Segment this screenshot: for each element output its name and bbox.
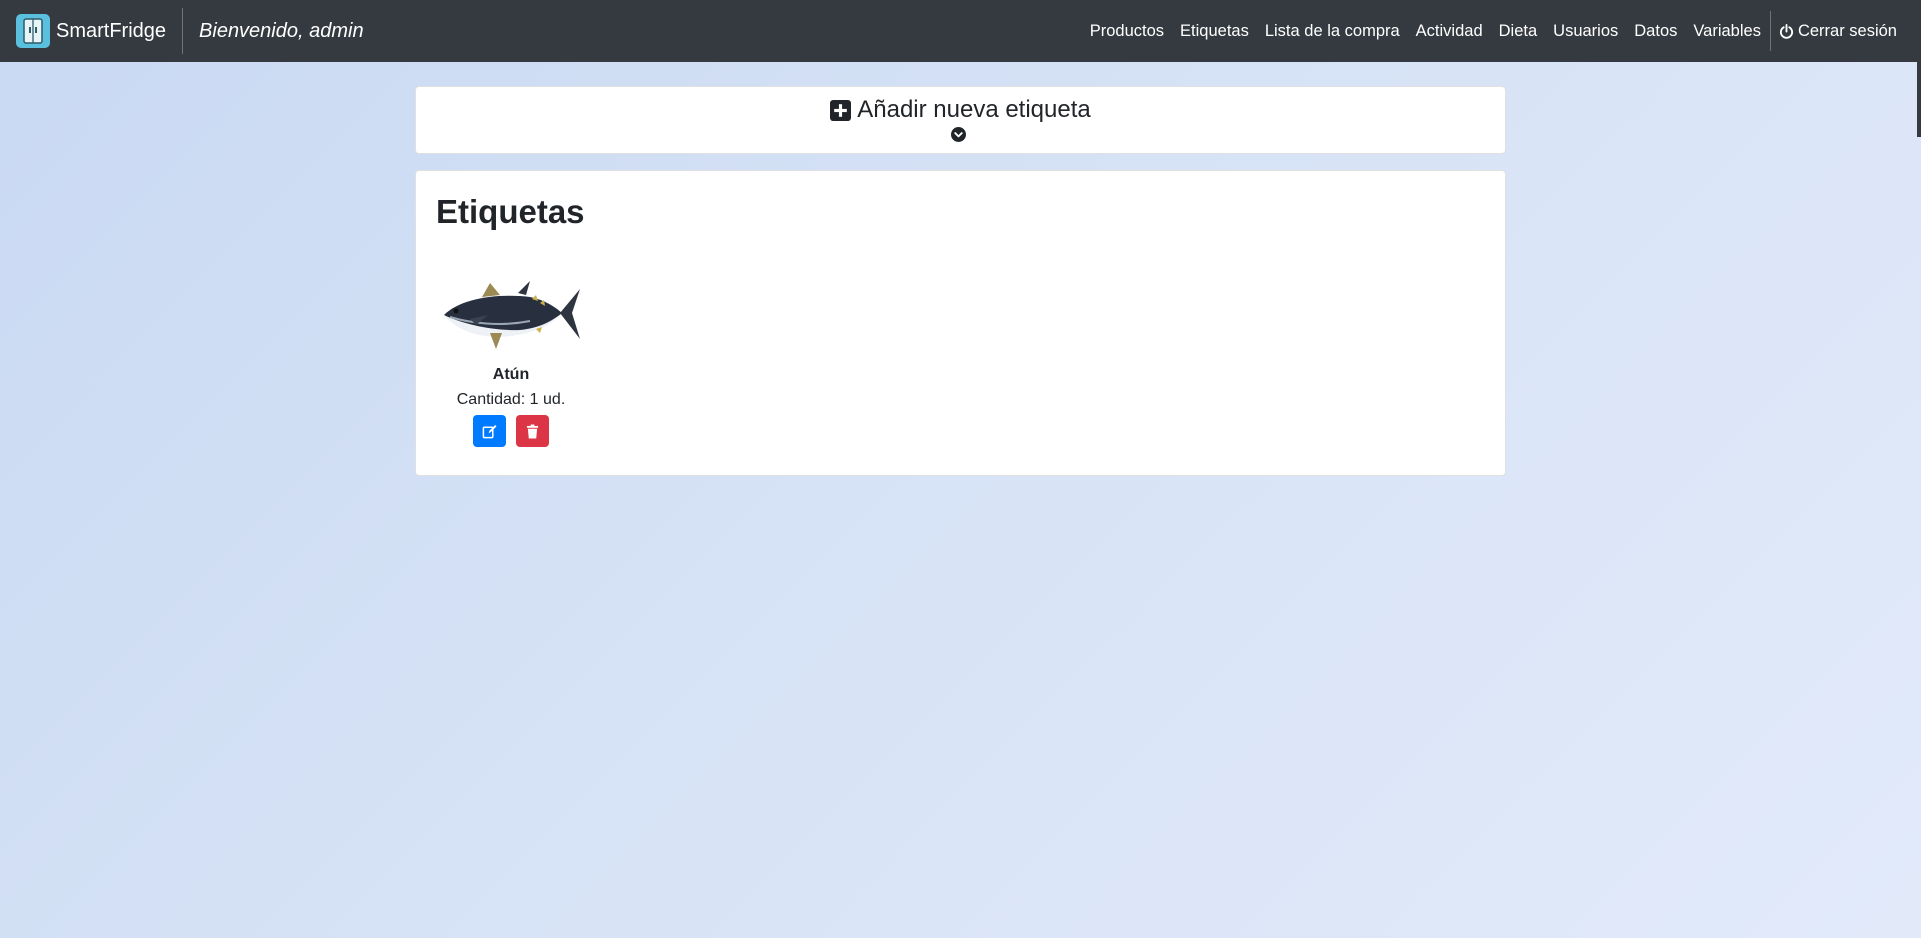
tag-card: Atún Cantidad: 1 ud. (440, 275, 582, 447)
edit-icon (482, 424, 497, 438)
nav-link-datos[interactable]: Datos (1634, 22, 1677, 41)
add-tag-header[interactable]: Añadir nueva etiqueta (416, 96, 1505, 124)
tag-quantity: Cantidad: 1 ud. (456, 391, 566, 408)
nav-link-actividad[interactable]: Actividad (1416, 22, 1483, 41)
nav-link-productos[interactable]: Productos (1090, 22, 1164, 41)
logout-link[interactable]: Cerrar sesión (1779, 22, 1897, 41)
fridge-icon (16, 14, 50, 48)
page-title: Etiquetas (436, 193, 585, 230)
nav-separator (1769, 11, 1771, 51)
brand-name: SmartFridge (56, 19, 167, 42)
delete-tag-button[interactable] (516, 415, 549, 447)
scrollbar[interactable] (1917, 0, 1921, 137)
navbar: SmartFridge Bienvenido, admin Productos … (0, 0, 1921, 62)
tag-actions (440, 415, 582, 447)
trash-icon (526, 424, 539, 438)
logout-label: Cerrar sesión (1797, 21, 1897, 40)
nav-links: Productos Etiquetas Lista de la compra A… (1074, 0, 1897, 62)
tag-name: Atún (492, 366, 530, 383)
nav-link-lista-compra[interactable]: Lista de la compra (1265, 22, 1400, 41)
plus-square-icon (830, 99, 852, 121)
welcome-text: Bienvenido, admin (199, 19, 364, 42)
nav-link-variables[interactable]: Variables (1693, 22, 1761, 41)
edit-tag-button[interactable] (473, 415, 506, 447)
chevron-down-circle-icon[interactable] (951, 127, 966, 142)
brand[interactable]: SmartFridge (16, 0, 166, 62)
tuna-fish-image (444, 281, 580, 349)
nav-link-etiquetas[interactable]: Etiquetas (1180, 22, 1249, 41)
nav-link-usuarios[interactable]: Usuarios (1553, 22, 1618, 41)
power-icon (1779, 23, 1794, 39)
nav-link-dieta[interactable]: Dieta (1499, 22, 1538, 41)
navbar-divider (182, 8, 184, 54)
tags-panel: Etiquetas Atún Cantidad: 1 ud. (415, 170, 1506, 476)
add-tag-title: Añadir nueva etiqueta (857, 96, 1091, 123)
add-tag-panel[interactable]: Añadir nueva etiqueta (415, 86, 1506, 154)
